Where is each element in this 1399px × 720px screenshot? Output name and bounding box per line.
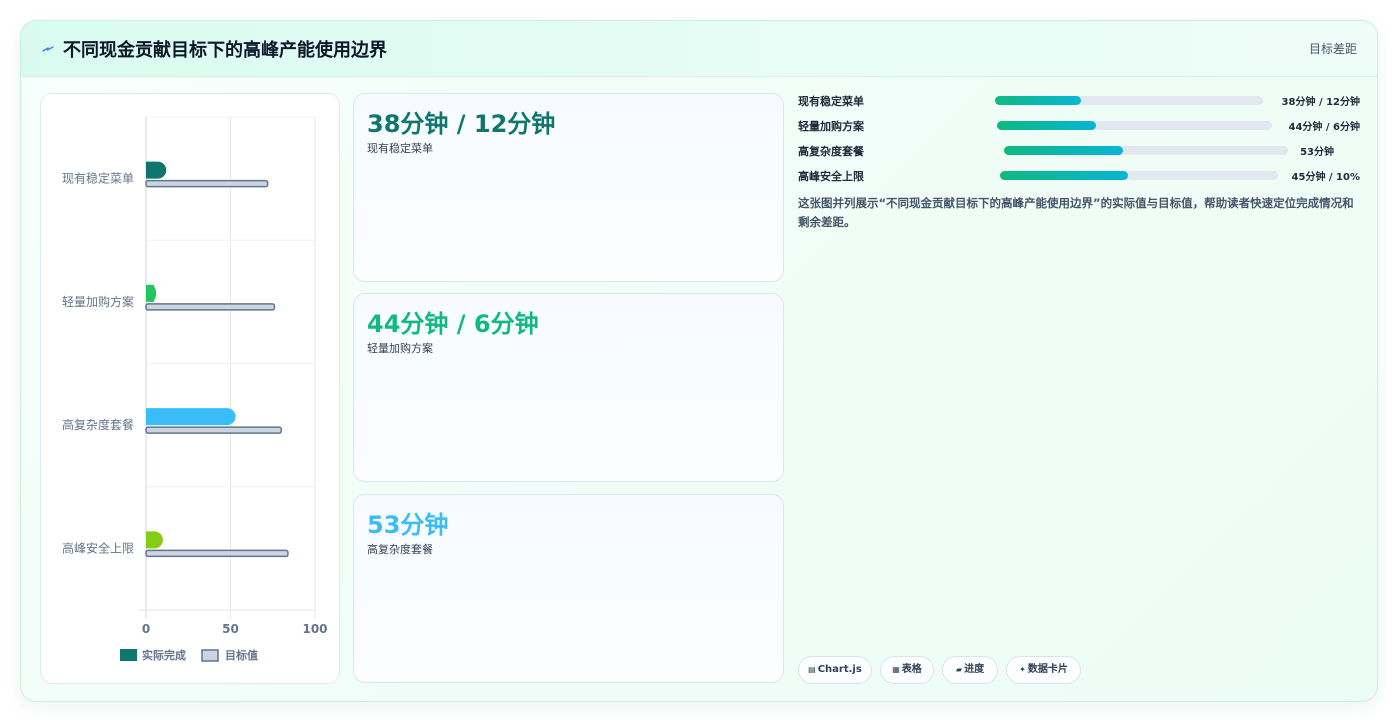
legend-label-target: 目标值: [225, 648, 258, 662]
lightning-icon: [42, 46, 54, 52]
progress-fill: [997, 121, 1096, 130]
progress-value: 53分钟: [1300, 147, 1334, 158]
progress-label: 高复杂度套餐: [798, 145, 864, 158]
y-tick-label: 高复杂度套餐: [62, 417, 134, 432]
chip-chartjs[interactable]: ▤ Chart.js: [798, 656, 872, 684]
kpi-value: 53分钟: [367, 511, 449, 539]
x-tick-label: 100: [302, 622, 327, 636]
progress-track: [1000, 171, 1278, 180]
progress-track: [1004, 146, 1288, 155]
progress-value: 45分钟 / 10%: [1291, 172, 1360, 183]
kpi-label: 轻量加购方案: [367, 342, 433, 355]
kpi-value: 38分钟 / 12分钟: [367, 110, 556, 138]
actual-bar: [146, 408, 236, 426]
kpi-card: 44分钟 / 6分钟 轻量加购方案: [353, 293, 784, 482]
bar-chart: 现有稳定菜单轻量加购方案高复杂度套餐高峰安全上限 0 50 100 实际完成 目标值: [62, 116, 328, 662]
target-bar: [145, 549, 289, 558]
sparkle-icon: ✦: [1019, 665, 1026, 674]
chip-label: 进度: [964, 664, 985, 675]
chip-data-cards[interactable]: ✦ 数据卡片: [1006, 656, 1081, 684]
progress-value: 44分钟 / 6分钟: [1288, 122, 1361, 133]
progress-fill: [995, 96, 1081, 105]
chip-progress[interactable]: ▰ 进度: [942, 656, 998, 684]
target-bar: [145, 426, 282, 434]
progress-row: 高复杂度套餐 53分钟: [798, 143, 1360, 158]
chart-panel: 现有稳定菜单 轻量加购方案 高复杂度套餐 高峰安全上限 0 50 100 实际完成 目标值: [40, 93, 340, 684]
kpi-card: 38分钟 / 12分钟 现有稳定菜单: [353, 93, 784, 282]
table-icon: ▦: [892, 665, 900, 674]
y-tick-label: 轻量加购方案: [62, 294, 134, 309]
progress-row: 现有稳定菜单 38分钟 / 12分钟: [798, 93, 1360, 108]
chip-label: Chart.js: [817, 664, 862, 675]
kpi-label: 高复杂度套餐: [367, 543, 433, 556]
actual-bar-base: [146, 284, 154, 302]
kpi-value: 44分钟 / 6分钟: [367, 310, 539, 338]
x-tick-label: 0: [142, 622, 150, 636]
chip-label: 数据卡片: [1027, 664, 1068, 675]
progress-value: 38分钟 / 12分钟: [1281, 97, 1360, 108]
dashboard-card: 不同现金贡献目标下的高峰产能使用边界 目标差距 现有稳定菜单 轻量加购方案 高复杂度…: [20, 20, 1378, 702]
progress-label: 高峰安全上限: [798, 170, 864, 183]
target-bar: [145, 179, 269, 188]
y-tick-label: 高峰安全上限: [62, 540, 134, 555]
progress-track: [995, 96, 1263, 105]
page-title: 不同现金贡献目标下的高峰产能使用边界: [63, 40, 387, 61]
chart-description: 这张图并列展示“不同现金贡献目标下的高峰产能使用边界”的实际值与目标值，帮助读者…: [798, 196, 1354, 229]
progress-icon: ▰: [955, 665, 963, 674]
actual-bar-base: [146, 531, 154, 549]
progress-track: [997, 121, 1272, 130]
y-tick-label: 现有稳定菜单: [62, 171, 134, 186]
progress-fill: [1000, 171, 1128, 180]
target-bar: [145, 303, 276, 311]
actual-bar-base: [146, 161, 154, 179]
progress-label: 轻量加购方案: [798, 120, 864, 133]
legend-swatch-target: [201, 649, 219, 662]
actual-bar-base: [146, 408, 154, 426]
chip-label: 表格: [901, 664, 922, 675]
chip-table[interactable]: ▦ 表格: [880, 656, 934, 684]
kpi-card: 53分钟 高复杂度套餐: [353, 494, 784, 683]
legend-swatch-actual: [120, 649, 137, 661]
kpi-label: 现有稳定菜单: [367, 142, 433, 155]
progress-row: 高峰安全上限 45分钟 / 10%: [798, 168, 1360, 183]
target-gap-label: 目标差距: [1308, 42, 1357, 56]
legend-label-actual: 实际完成: [142, 648, 186, 662]
progress-fill: [1004, 146, 1124, 155]
chart-icon: ▤: [808, 665, 816, 674]
progress-row: 轻量加购方案 44分钟 / 6分钟: [798, 118, 1361, 133]
progress-label: 现有稳定菜单: [798, 95, 864, 108]
card-header: 不同现金贡献目标下的高峰产能使用边界 目标差距: [21, 21, 1377, 77]
x-tick-label: 50: [222, 622, 239, 636]
